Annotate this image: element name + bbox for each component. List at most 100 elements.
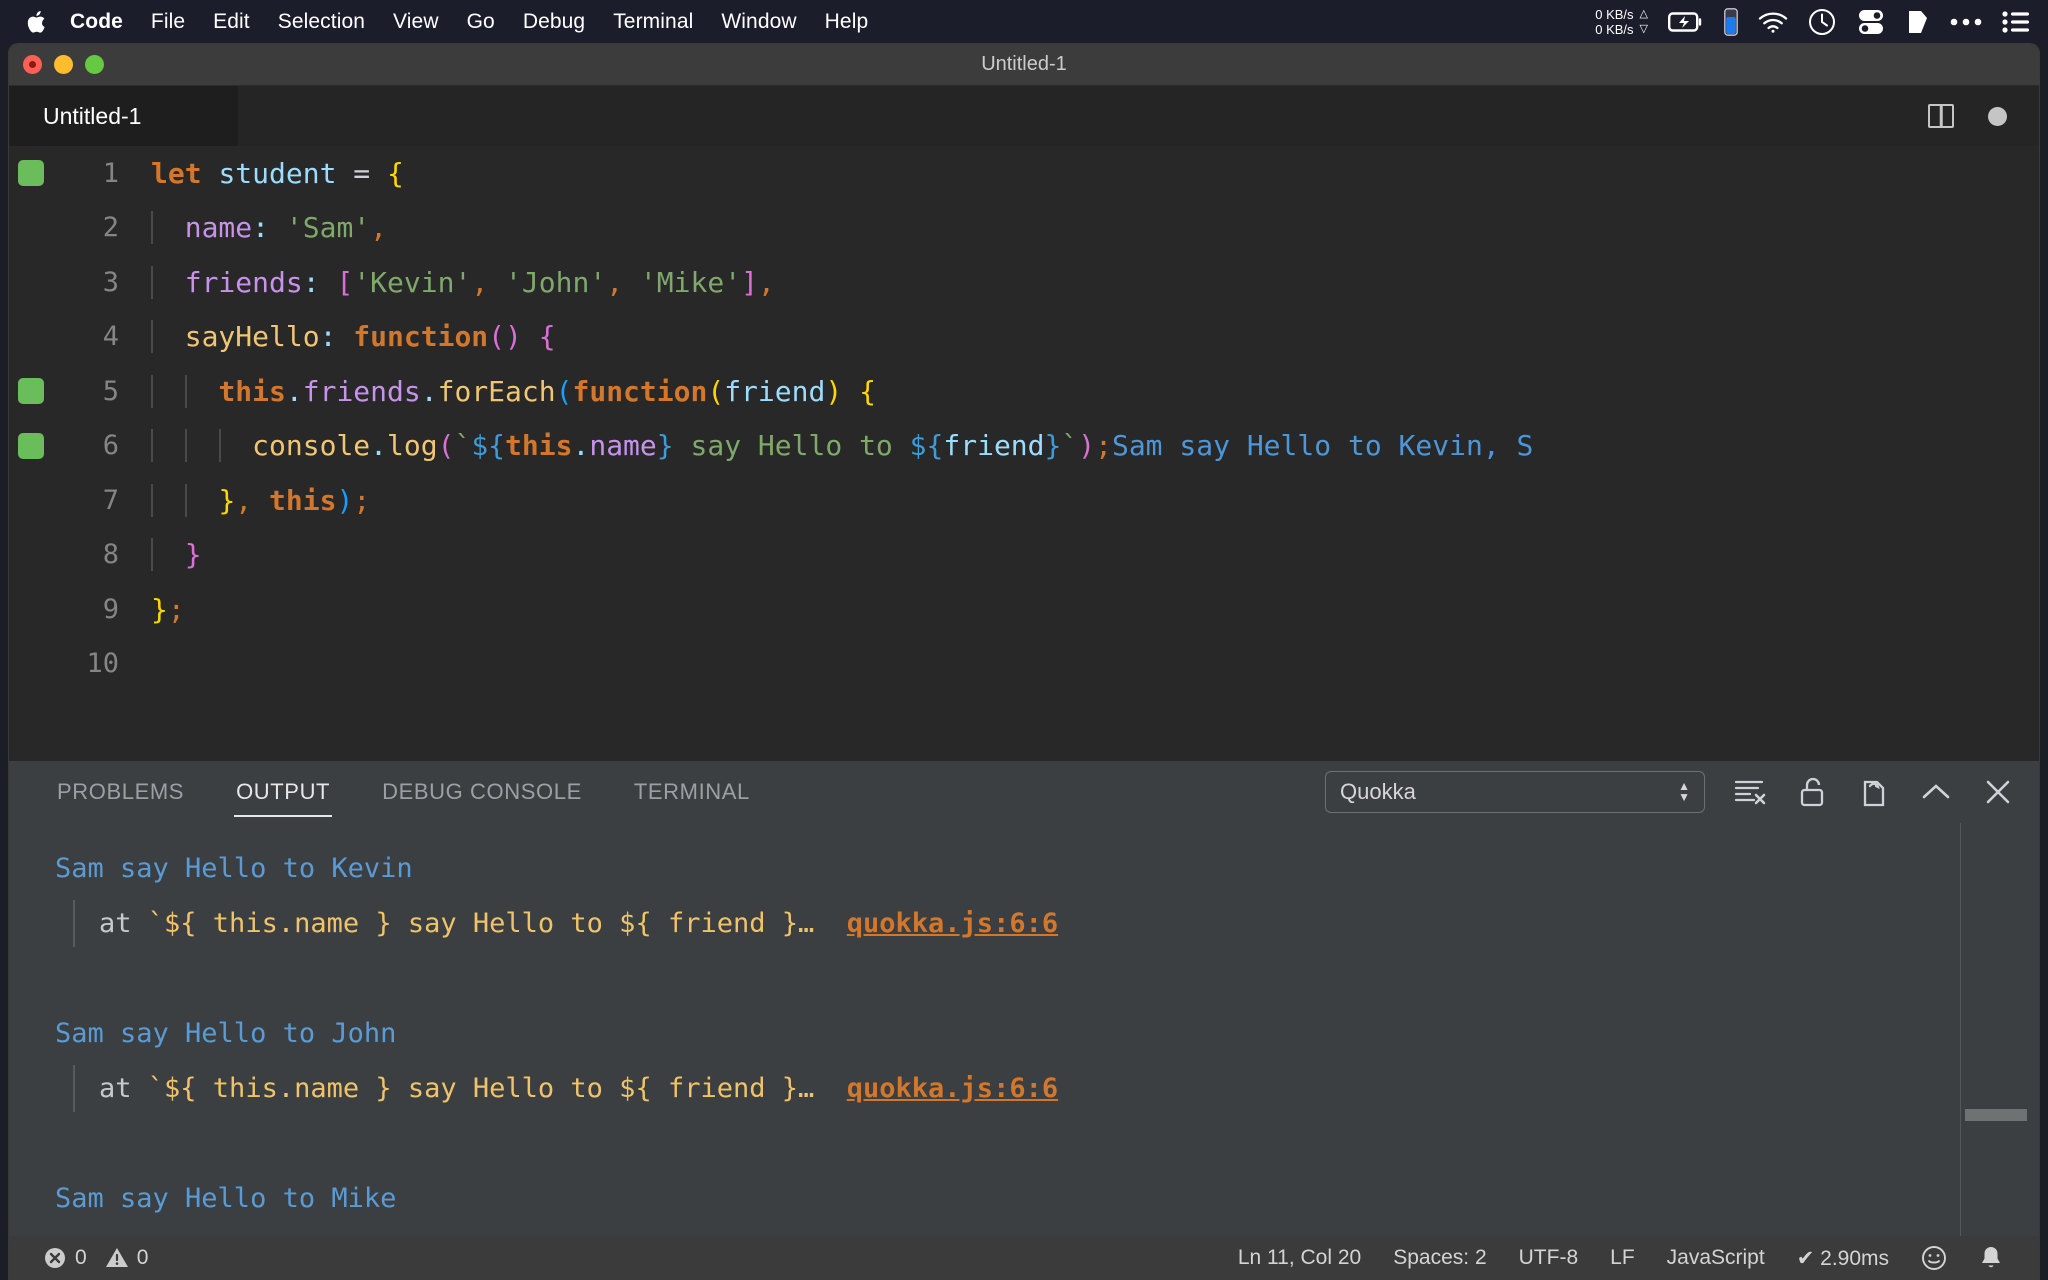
menu-item-code[interactable]: Code <box>70 10 123 34</box>
tab-debug-console[interactable]: DEBUG CONSOLE <box>380 773 584 811</box>
coverage-marker-icon <box>18 433 44 459</box>
ellipsis-icon[interactable] <box>1950 17 1982 27</box>
open-in-editor-icon[interactable] <box>1857 775 1891 809</box>
editor-tab-untitled-1[interactable]: Untitled-1 <box>9 86 239 146</box>
code-line-6: 6 console.log(`${this.name} say Hello to… <box>9 419 2039 474</box>
output-line-stack: at `${ this.name } say Hello to ${ frien… <box>55 1061 2039 1116</box>
line-number-1: 1 <box>53 158 133 189</box>
line-number-5: 5 <box>53 376 133 407</box>
code-line-9: 9 }; <box>9 582 2039 637</box>
source-link[interactable]: quokka.js:6:6 <box>847 1073 1058 1104</box>
line-number-10: 10 <box>53 648 133 679</box>
tab-output[interactable]: OUTPUT <box>234 773 332 811</box>
line-content-1: let student = { <box>133 157 2039 190</box>
close-panel-icon[interactable] <box>1981 775 2015 809</box>
tab-terminal[interactable]: TERMINAL <box>632 773 752 811</box>
feedback-smiley-icon[interactable] <box>1905 1245 1963 1271</box>
output-blank-line <box>55 1116 2039 1171</box>
code-line-8: 8 } <box>9 528 2039 583</box>
download-arrow-icon: ▽ <box>1640 22 1648 37</box>
line-number-8: 8 <box>53 539 133 570</box>
coverage-gutter-5 <box>9 378 53 404</box>
shield-icon[interactable] <box>1906 8 1930 36</box>
line-content-8: } <box>133 538 2039 571</box>
panel-header: PROBLEMS OUTPUT DEBUG CONSOLE TERMINAL Q… <box>9 761 2039 823</box>
notifications-bell-icon[interactable] <box>1963 1245 2019 1271</box>
status-bar: 0 0 Ln 11, Col 20 Spaces: 2 UTF-8 LF Jav… <box>9 1236 2039 1280</box>
stack-frame-text: `${ this.name } say Hello to ${ friend }… <box>148 908 847 939</box>
output-channel-select[interactable]: Quokka ▲▼ <box>1325 771 1705 813</box>
line-number-9: 9 <box>53 594 133 625</box>
panel-scrollbar[interactable] <box>1965 1109 2027 1121</box>
status-encoding[interactable]: UTF-8 <box>1503 1246 1595 1270</box>
clear-output-icon[interactable] <box>1733 775 1767 809</box>
clock-icon[interactable] <box>1808 8 1836 36</box>
control-center-icon[interactable] <box>2002 11 2030 33</box>
editor-tab-actions <box>1928 86 2039 146</box>
editor-tab-label: Untitled-1 <box>43 103 141 130</box>
battery-charging-icon[interactable] <box>1668 11 1704 33</box>
wifi-icon[interactable] <box>1758 11 1788 33</box>
code-line-1: 1 let student = { <box>9 146 2039 201</box>
network-download-speed: 0 KB/s <box>1595 22 1633 37</box>
code-editor[interactable]: 1 let student = { 2 name: 'Sam', 3 frien… <box>9 146 2039 761</box>
bottom-panel: PROBLEMS OUTPUT DEBUG CONSOLE TERMINAL Q… <box>9 761 2039 1236</box>
status-indentation[interactable]: Spaces: 2 <box>1377 1246 1502 1270</box>
line-number-3: 3 <box>53 267 133 298</box>
editor-tab-bar: Untitled-1 <box>9 86 2039 146</box>
lock-icon[interactable] <box>1795 775 1829 809</box>
line-content-3: friends: ['Kevin', 'John', 'Mike'], <box>133 266 2039 299</box>
output-line-message: Sam say Hello to John <box>55 1006 2039 1061</box>
source-link[interactable]: quokka.js:6:6 <box>847 908 1058 939</box>
menu-item-window[interactable]: Window <box>721 10 796 34</box>
line-content-9: }; <box>133 593 2039 626</box>
menu-item-selection[interactable]: Selection <box>278 10 365 34</box>
battery-level-icon[interactable] <box>1724 8 1738 36</box>
network-speed-indicator[interactable]: 0 KB/s 0 KB/s △ ▽ <box>1595 7 1648 37</box>
menu-item-terminal[interactable]: Terminal <box>613 10 693 34</box>
macos-menu-bar: Code File Edit Selection View Go Debug T… <box>0 0 2048 44</box>
line-content-2: name: 'Sam', <box>133 211 2039 244</box>
status-problems[interactable]: 0 0 <box>27 1246 164 1270</box>
coverage-marker-icon <box>18 378 44 404</box>
stack-at-keyword: at <box>99 908 148 939</box>
vscode-window: Untitled-1 Untitled-1 1 let student = { <box>9 44 2039 1280</box>
line-content-4: sayHello: function() { <box>133 320 2039 353</box>
coverage-gutter-6 <box>9 433 53 459</box>
menu-item-debug[interactable]: Debug <box>523 10 585 34</box>
tab-problems[interactable]: PROBLEMS <box>55 773 186 811</box>
split-editor-icon[interactable] <box>1928 104 1954 128</box>
status-bar-right: Ln 11, Col 20 Spaces: 2 UTF-8 LF JavaScr… <box>1222 1245 2019 1271</box>
toggles-icon[interactable] <box>1856 8 1886 36</box>
code-line-3: 3 friends: ['Kevin', 'John', 'Mike'], <box>9 255 2039 310</box>
menu-item-help[interactable]: Help <box>825 10 869 34</box>
status-language-mode[interactable]: JavaScript <box>1651 1246 1781 1270</box>
status-eol[interactable]: LF <box>1594 1246 1651 1270</box>
maximize-panel-icon[interactable] <box>1919 775 1953 809</box>
code-lines: 1 let student = { 2 name: 'Sam', 3 frien… <box>9 146 2039 691</box>
menu-item-view[interactable]: View <box>393 10 439 34</box>
menu-item-go[interactable]: Go <box>467 10 495 34</box>
stack-frame-text: `${ this.name } say Hello to ${ friend }… <box>148 1073 847 1104</box>
menu-item-edit[interactable]: Edit <box>213 10 250 34</box>
error-count: 0 <box>75 1246 87 1270</box>
output-blank-line <box>55 951 2039 1006</box>
status-cursor-position[interactable]: Ln 11, Col 20 <box>1222 1246 1377 1270</box>
panel-actions: Quokka ▲▼ <box>1325 771 2015 813</box>
status-quokka-runtime[interactable]: ✔ 2.90ms <box>1781 1246 1905 1271</box>
panel-divider <box>1960 823 1961 1236</box>
code-line-5: 5 this.friends.forEach(function(friend) … <box>9 364 2039 419</box>
apple-logo-icon[interactable] <box>26 9 48 35</box>
line-content-5: this.friends.forEach(function(friend) { <box>133 375 2039 408</box>
select-arrows-icon: ▲▼ <box>1678 781 1690 803</box>
stack-at-keyword: at <box>99 1073 148 1104</box>
code-line-2: 2 name: 'Sam', <box>9 201 2039 256</box>
output-panel-content[interactable]: Sam say Hello to Kevin at `${ this.name … <box>9 823 2039 1236</box>
warning-count: 0 <box>137 1246 149 1270</box>
menu-item-file[interactable]: File <box>151 10 185 34</box>
output-line-message: Sam say Hello to Kevin <box>55 841 2039 896</box>
line-number-7: 7 <box>53 485 133 516</box>
output-line-message: Sam say Hello to Mike <box>55 1171 2039 1226</box>
dirty-indicator-dot[interactable] <box>1988 107 2007 126</box>
line-content-6: console.log(`${this.name} say Hello to $… <box>133 429 2039 462</box>
